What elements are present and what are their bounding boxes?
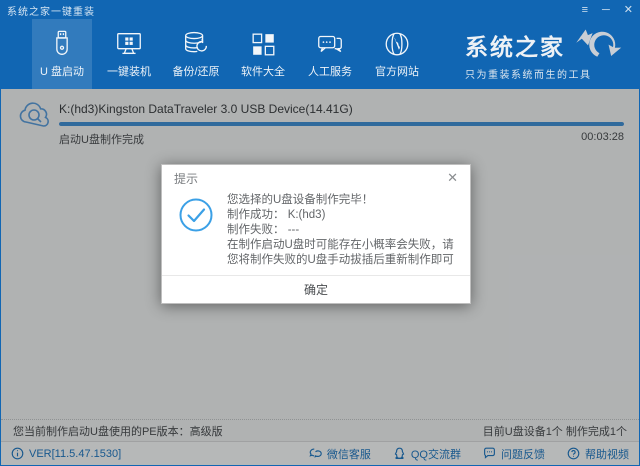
globe-icon bbox=[385, 32, 409, 56]
dialog-message: 您选择的U盘设备制作完毕！ 制作成功： K:(hd3) 制作失败： --- 在制… bbox=[227, 193, 456, 268]
success-check-icon bbox=[179, 198, 213, 232]
nav-item-one-click-install[interactable]: 一键装机 bbox=[99, 19, 159, 89]
nav-item-human-service[interactable]: 人工服务 bbox=[300, 19, 360, 89]
database-restore-icon bbox=[185, 31, 207, 53]
nav-item-label: 官方网站 bbox=[375, 66, 419, 78]
menu-icon[interactable]: ≡ bbox=[582, 1, 588, 19]
dialog-line-complete: 您选择的U盘设备制作完毕！ bbox=[227, 194, 374, 206]
ok-button[interactable]: 确定 bbox=[162, 275, 470, 303]
brand-name: 系统之家 bbox=[465, 34, 565, 60]
dialog-line-success: 制作成功： K:(hd3) bbox=[227, 209, 326, 221]
nav-item-software-center[interactable]: 软件大全 bbox=[233, 19, 293, 89]
nav-bar: U 盘启动 一键装机 备份/还原 软件大全 人工服务 官方网站 系统之家 只为重… bbox=[1, 19, 639, 89]
window-title: 系统之家一键重装 bbox=[7, 6, 95, 18]
dialog-body: 您选择的U盘设备制作完毕！ 制作成功： K:(hd3) 制作失败： --- 在制… bbox=[162, 191, 470, 268]
dialog-title: 提示 bbox=[174, 171, 199, 186]
nav-item-label: 软件大全 bbox=[241, 66, 285, 78]
dialog-line-failed: 制作失败： --- bbox=[227, 224, 300, 236]
nav-item-label: 备份/还原 bbox=[172, 66, 220, 78]
brand-tagline: 只为重装系统而生的工具 bbox=[465, 70, 592, 81]
nav-item-label: U 盘启动 bbox=[40, 66, 84, 78]
dialog-line-note: 在制作启动U盘时可能存在小概率会失败，请您将制作失败的U盘手动拔插后重新制作即可 bbox=[227, 239, 454, 266]
dialog-close-icon[interactable]: ✕ bbox=[447, 165, 458, 191]
swoosh-arrows-icon bbox=[576, 29, 622, 57]
usb-drive-icon bbox=[56, 30, 68, 55]
window-controls: ≡ ─ ✕ bbox=[582, 1, 633, 19]
nav-item-official-website[interactable]: 官方网站 bbox=[367, 19, 427, 89]
nav-item-backup-restore[interactable]: 备份/还原 bbox=[166, 19, 226, 89]
prompt-dialog: 提示 ✕ 您选择的U盘设备制作完毕！ 制作成功： K:(hd3) 制作失败： -… bbox=[161, 164, 471, 304]
chat-service-icon bbox=[318, 35, 342, 53]
monitor-windows-icon bbox=[117, 33, 141, 55]
dialog-header: 提示 ✕ bbox=[162, 165, 470, 191]
titlebar: 系统之家一键重装 ≡ ─ ✕ bbox=[1, 1, 639, 19]
minimize-icon[interactable]: ─ bbox=[602, 1, 610, 19]
app-window: 系统之家一键重装 ≡ ─ ✕ U 盘启动 一键装机 备份/还原 软件大全 人工服… bbox=[0, 0, 640, 466]
apps-grid-icon bbox=[252, 33, 275, 56]
nav-item-usb-boot[interactable]: U 盘启动 bbox=[32, 19, 92, 89]
nav-item-label: 人工服务 bbox=[308, 66, 352, 78]
nav-item-label: 一键装机 bbox=[107, 66, 151, 78]
brand-block: 系统之家 只为重装系统而生的工具 bbox=[465, 27, 629, 81]
close-icon[interactable]: ✕ bbox=[624, 1, 633, 19]
